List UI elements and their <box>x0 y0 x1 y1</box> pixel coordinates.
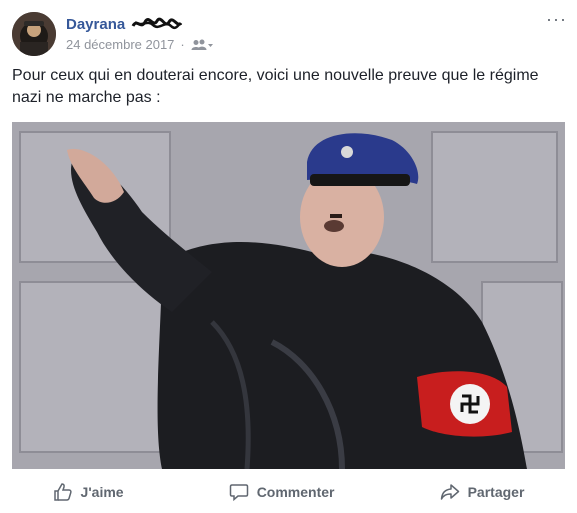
author-row: Dayrana <box>66 14 183 34</box>
action-bar: J'aime Commenter Partager <box>0 470 577 513</box>
meta-separator: · <box>180 37 185 52</box>
comment-button[interactable]: Commenter <box>229 482 335 502</box>
friends-icon[interactable] <box>191 39 213 51</box>
share-button[interactable]: Partager <box>440 482 525 502</box>
like-label: J'aime <box>80 483 124 500</box>
author-name[interactable]: Dayrana <box>66 16 125 33</box>
post-date[interactable]: 24 décembre 2017 <box>66 37 174 52</box>
share-icon <box>440 483 459 500</box>
avatar[interactable] <box>12 12 56 56</box>
redacted-name-scribble <box>131 17 183 30</box>
like-button[interactable]: J'aime <box>53 482 124 502</box>
photo-illustration <box>12 122 565 469</box>
facebook-post: Dayrana 24 décembre 2017 · ··· Pour ceux… <box>0 0 577 513</box>
comment-label: Commenter <box>256 483 335 500</box>
more-options-icon[interactable]: ··· <box>546 10 567 28</box>
post-text: Pour ceux qui en douterai encore, voici … <box>12 67 539 106</box>
share-label: Partager <box>467 483 525 500</box>
post-meta: 24 décembre 2017 · <box>66 37 213 52</box>
post-photo[interactable] <box>12 122 565 469</box>
thumbs-up-icon <box>53 482 72 501</box>
comment-icon <box>229 483 248 501</box>
